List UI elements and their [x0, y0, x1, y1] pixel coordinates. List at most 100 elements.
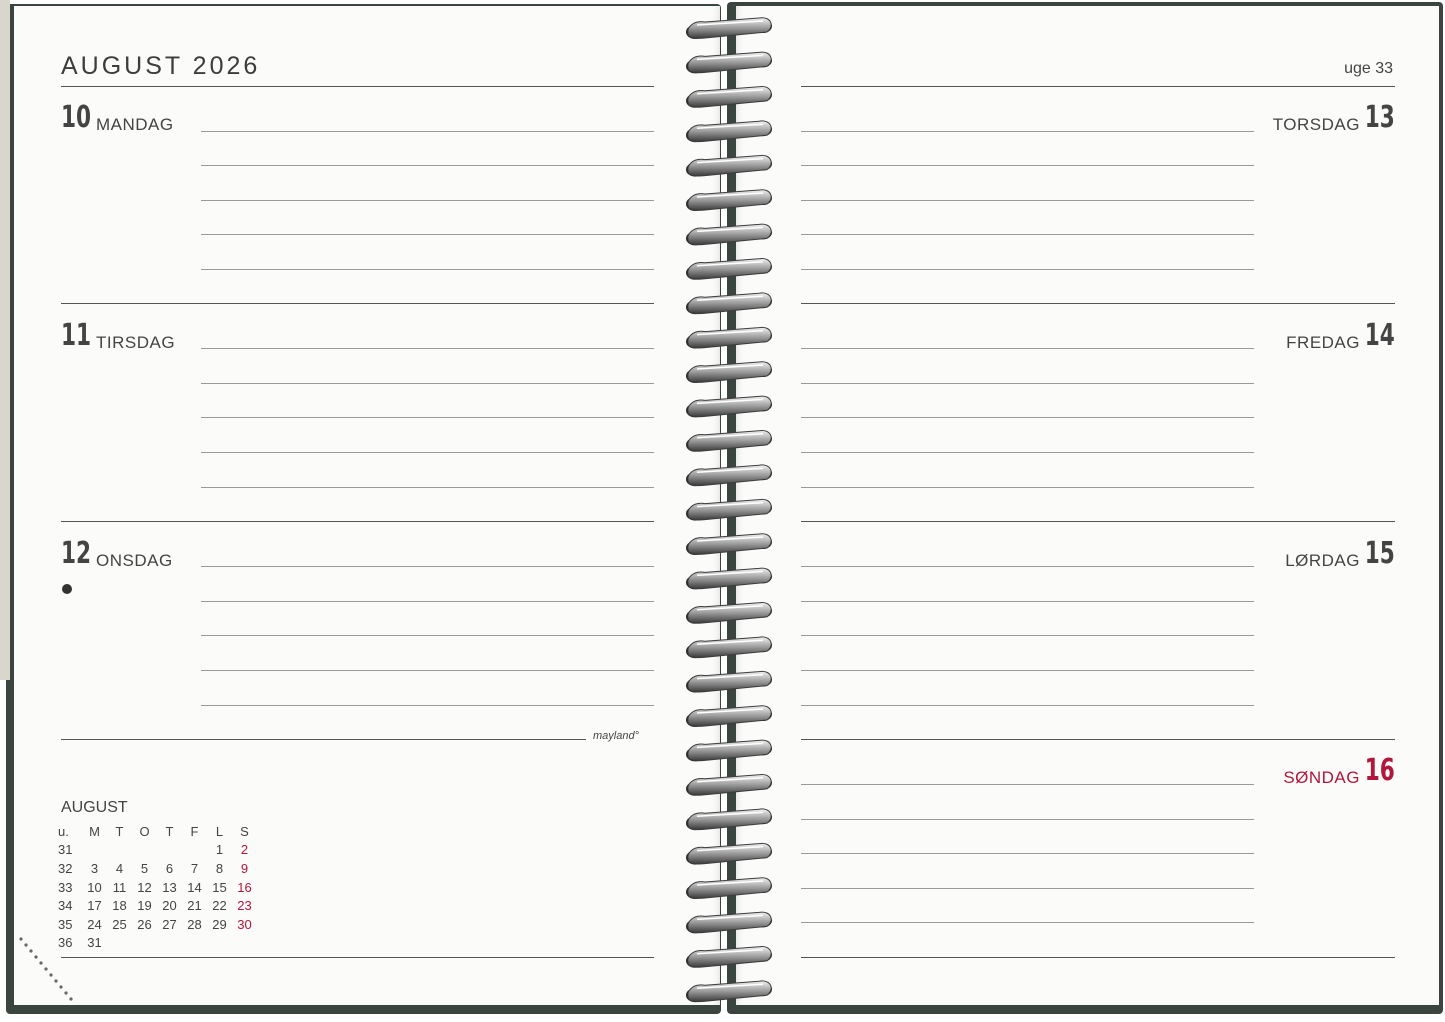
spiral-ring-icon — [686, 258, 772, 280]
writing-line[interactable] — [801, 566, 1254, 567]
mini-day — [182, 934, 207, 953]
mini-day: 26 — [137, 916, 152, 932]
spiral-ring-icon — [686, 602, 772, 624]
writing-line[interactable] — [201, 705, 654, 706]
spiral-ring-icon — [686, 739, 772, 762]
mini-day — [157, 934, 182, 953]
week-label: uge 33 — [1344, 60, 1393, 77]
writing-line[interactable] — [201, 487, 654, 488]
day-separator — [801, 739, 1395, 740]
day-name-sondag: SØNDAG — [1283, 768, 1360, 787]
mini-header-day: T — [115, 823, 124, 839]
mini-header-week: u. — [58, 823, 69, 839]
mini-week-number: 34 — [58, 898, 73, 914]
writing-line[interactable] — [201, 601, 654, 602]
spiral-ring-icon — [686, 430, 772, 452]
mini-day: 8 — [215, 860, 224, 876]
writing-line[interactable] — [801, 784, 1254, 785]
writing-line[interactable] — [201, 269, 654, 270]
day-separator — [61, 303, 654, 304]
mini-day — [132, 934, 157, 953]
day-name-tirsdag: TIRSDAG — [96, 333, 176, 352]
mini-day: 3 — [90, 860, 99, 876]
writing-line[interactable] — [801, 165, 1254, 166]
mini-day: 17 — [87, 898, 102, 914]
title-rule — [801, 86, 1395, 87]
right-page — [736, 6, 1439, 1005]
day-number-13: 13 — [1364, 100, 1395, 135]
writing-line[interactable] — [801, 131, 1254, 132]
mini-day: 29 — [212, 916, 227, 932]
mini-day: 7 — [190, 860, 199, 876]
spiral-ring-icon — [686, 189, 772, 211]
writing-line[interactable] — [801, 269, 1254, 270]
mini-week-number: 31 — [58, 842, 73, 858]
writing-line[interactable] — [801, 635, 1254, 636]
mini-day: 6 — [165, 860, 174, 876]
mini-day-sunday — [232, 934, 257, 953]
mini-day: 12 — [137, 879, 152, 895]
writing-line[interactable] — [801, 452, 1254, 453]
writing-line[interactable] — [801, 888, 1254, 889]
writing-line[interactable] — [201, 165, 654, 166]
writing-line[interactable] — [201, 417, 654, 418]
day-name-torsdag: TORSDAG — [1272, 115, 1360, 134]
day-name-mandag: MANDAG — [96, 115, 174, 134]
mini-day — [182, 841, 207, 860]
writing-line[interactable] — [801, 348, 1254, 349]
mini-day — [82, 841, 107, 860]
mini-day-sunday: 2 — [240, 842, 249, 858]
bottom-rule — [61, 957, 654, 958]
writing-line[interactable] — [201, 200, 654, 201]
mini-day: 14 — [187, 879, 202, 895]
mini-header-day: L — [215, 823, 224, 839]
mini-day: 11 — [112, 879, 127, 895]
spiral-ring-icon — [686, 774, 772, 796]
spiral-ring-icon — [686, 705, 772, 727]
writing-line[interactable] — [201, 131, 654, 132]
mini-header-day: T — [165, 823, 174, 839]
writing-line[interactable] — [801, 819, 1254, 820]
writing-line[interactable] — [801, 922, 1254, 923]
writing-line[interactable] — [201, 452, 654, 453]
mayland-logo: mayland° — [593, 730, 639, 742]
mini-day — [132, 841, 157, 860]
writing-line[interactable] — [801, 234, 1254, 235]
writing-line[interactable] — [801, 601, 1254, 602]
mini-day: 19 — [137, 898, 152, 914]
writing-line[interactable] — [801, 200, 1254, 201]
spiral-ring-icon — [686, 292, 772, 315]
day-name-fredag: FREDAG — [1286, 333, 1360, 352]
writing-line[interactable] — [201, 635, 654, 636]
mini-day: 27 — [162, 916, 177, 932]
day-number-12: 12 — [61, 536, 92, 571]
writing-line[interactable] — [801, 417, 1254, 418]
spiral-binding-icon — [686, 17, 772, 1003]
writing-line[interactable] — [201, 670, 654, 671]
writing-line[interactable] — [201, 566, 654, 567]
mini-day-sunday: 30 — [237, 916, 252, 932]
month-title: AUGUST 2026 — [61, 52, 261, 80]
mini-day — [107, 934, 132, 953]
mini-week-number: 32 — [58, 860, 73, 876]
writing-line[interactable] — [201, 348, 654, 349]
day-separator — [61, 521, 654, 522]
spiral-ring-icon — [686, 636, 772, 659]
writing-line[interactable] — [201, 234, 654, 235]
mini-day: 28 — [187, 916, 202, 932]
writing-line[interactable] — [801, 383, 1254, 384]
spiral-ring-icon — [686, 946, 772, 968]
mini-week-number: 33 — [58, 879, 73, 895]
writing-line[interactable] — [801, 487, 1254, 488]
mini-day: 22 — [212, 898, 227, 914]
writing-line[interactable] — [801, 670, 1254, 671]
writing-line[interactable] — [201, 383, 654, 384]
spiral-ring-icon — [686, 361, 772, 383]
writing-line[interactable] — [801, 705, 1254, 706]
spiral-ring-icon — [686, 51, 772, 74]
mini-day — [207, 934, 232, 953]
spiral-ring-icon — [686, 17, 772, 39]
writing-line[interactable] — [801, 853, 1254, 854]
mini-day: 4 — [115, 860, 124, 876]
mini-header-day: M — [89, 823, 100, 839]
